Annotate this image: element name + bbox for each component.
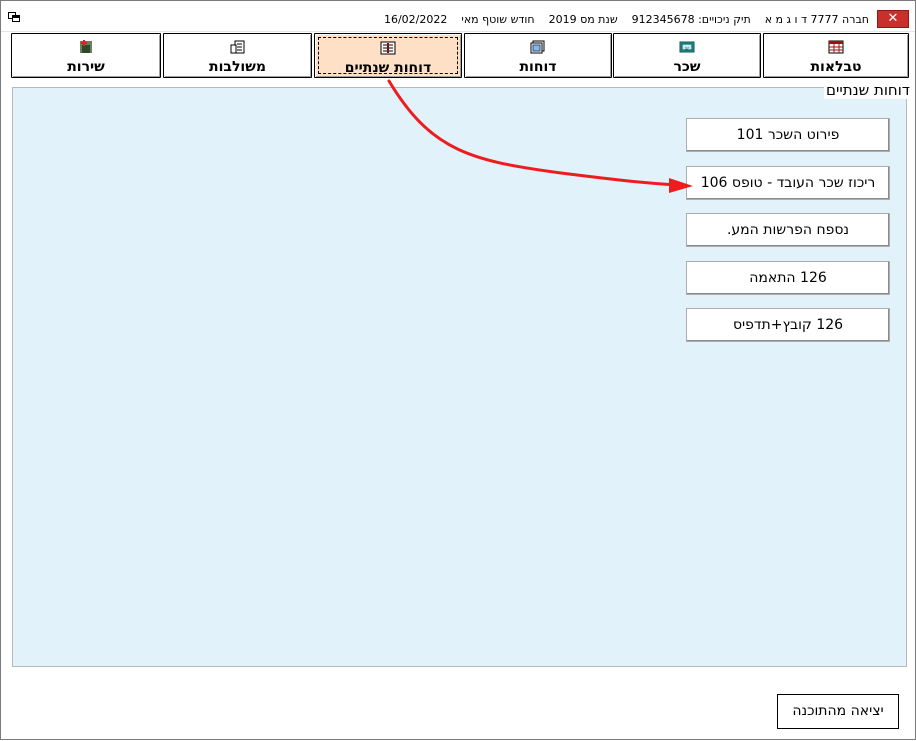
- annotation-arrow: [387, 79, 693, 193]
- app-window: ✕ חברה 7777 ד ו ג מ אתיק ניכויים: 912345…: [0, 0, 916, 740]
